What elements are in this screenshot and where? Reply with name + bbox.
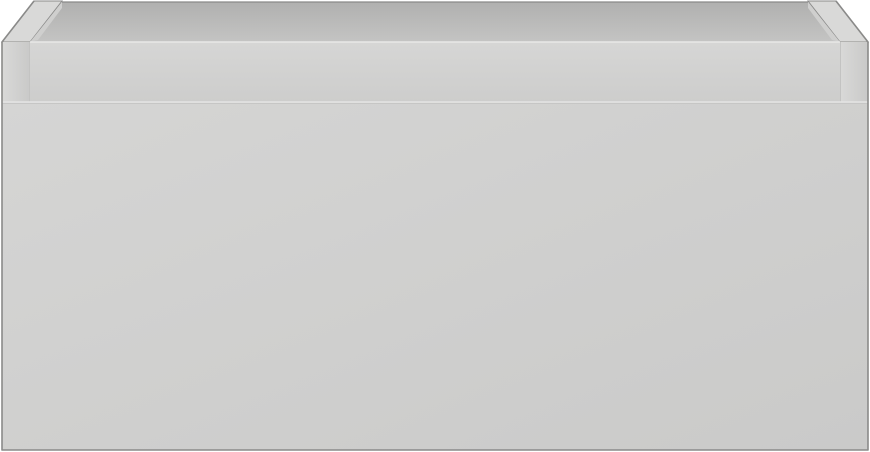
drawer-front-panel — [2, 102, 868, 450]
drawer-left-column — [2, 42, 30, 102]
drawer-right-column — [840, 42, 868, 102]
drawer-inner-back — [30, 2, 840, 42]
drawer-drawing — [0, 0, 870, 451]
drawer-illustration — [0, 0, 870, 452]
drawer-rim-band — [30, 42, 840, 102]
